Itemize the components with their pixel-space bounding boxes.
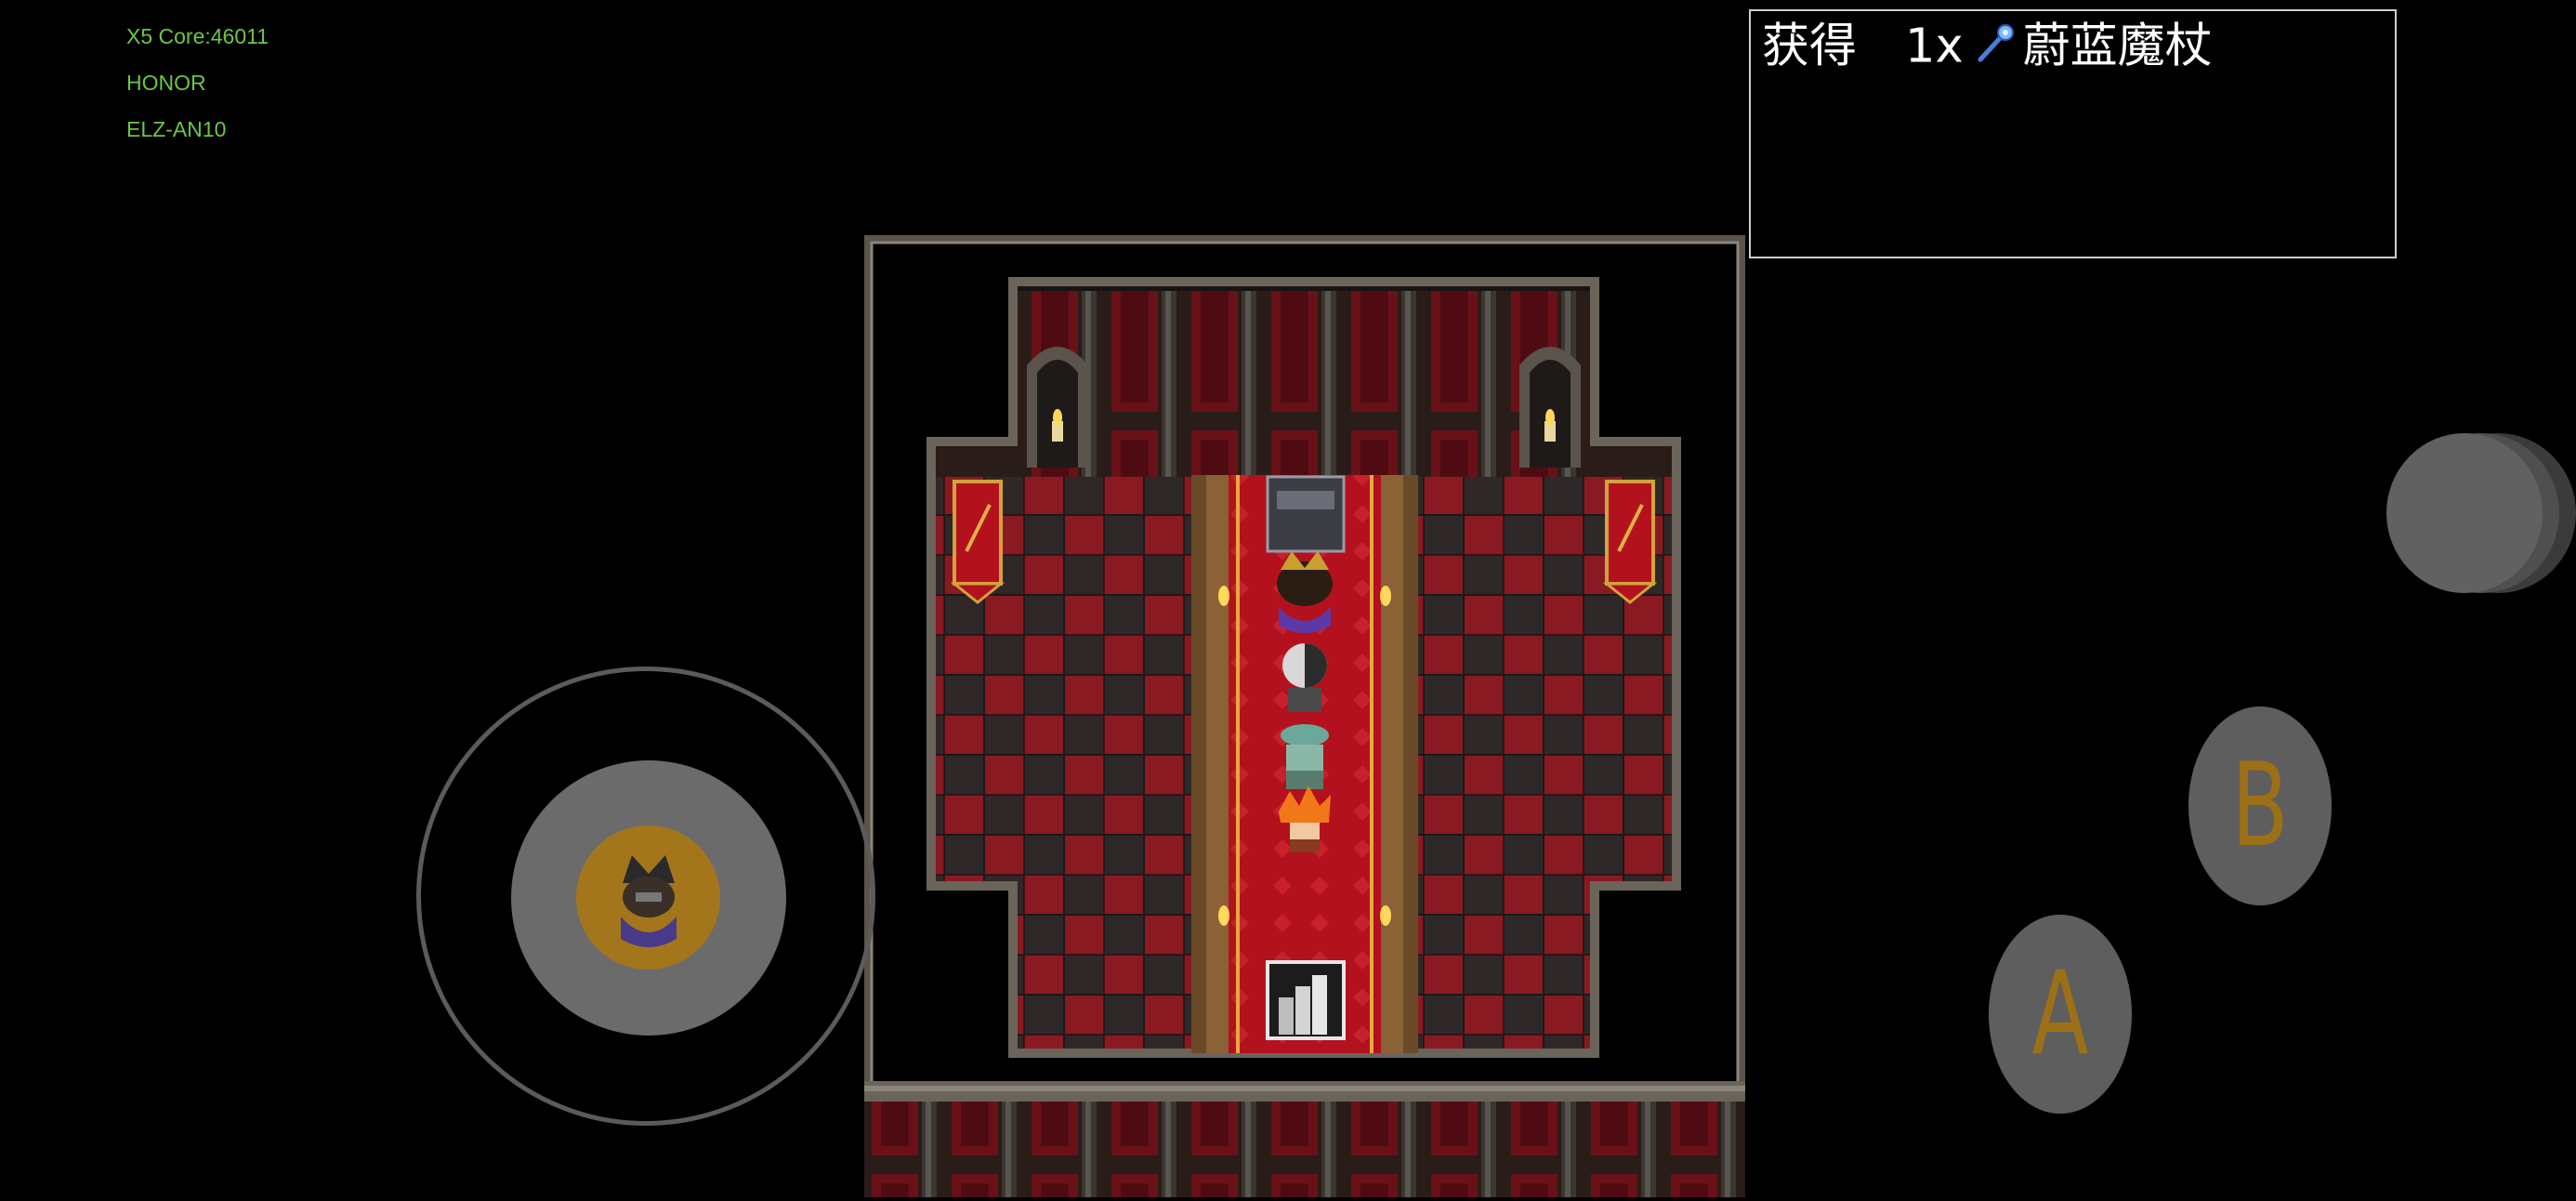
b-button-label: B	[2231, 739, 2289, 873]
item-count: 1x	[1905, 19, 1964, 74]
debug-core-version: X5 Core:46011	[126, 24, 269, 48]
a-button[interactable]: A	[1988, 915, 2133, 1114]
menu-button[interactable]	[2386, 431, 2576, 595]
item-obtained-message: 获得 1x 蔚蓝魔杖	[1749, 9, 2397, 258]
debug-device-model: ELZ-AN10	[126, 117, 227, 141]
blue-staff-icon	[1975, 22, 2016, 72]
obtained-verb: 获得	[1762, 19, 1858, 74]
hero-portrait-icon	[604, 846, 693, 952]
game-map	[861, 232, 1748, 1197]
item-name: 蔚蓝魔杖	[2022, 19, 2213, 74]
b-button[interactable]: B	[2188, 706, 2333, 905]
a-button-label: A	[2031, 947, 2089, 1081]
debug-device-brand: HONOR	[126, 71, 206, 95]
joystick-knob[interactable]	[576, 825, 720, 970]
